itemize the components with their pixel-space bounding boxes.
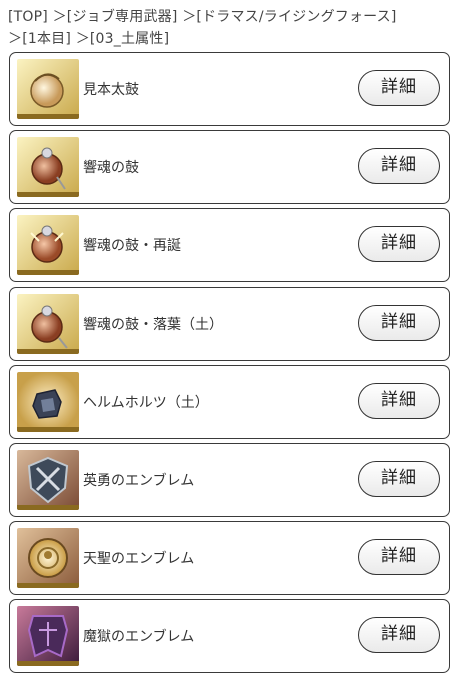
item-name: 響魂の鼓 xyxy=(83,160,139,177)
demon-emblem-icon xyxy=(17,606,79,667)
breadcrumb: [TOP] ＞[ジョブ専用武器] ＞[ドラマス/ライジングフォース] ＞[1本目… xyxy=(8,6,453,50)
detail-button[interactable]: 詳細 xyxy=(358,148,440,185)
list-item[interactable]: 見本太鼓 詳細 xyxy=(9,52,450,126)
list-item[interactable]: 魔獄のエンブレム 詳細 xyxy=(9,599,450,674)
list-item[interactable]: 天聖のエンブレム 詳細 xyxy=(9,521,450,596)
item-name: ヘルムホルツ（土） xyxy=(83,394,209,411)
list-item[interactable]: 響魂の鼓 詳細 xyxy=(9,130,450,205)
item-name: 天聖のエンブレム xyxy=(83,551,195,568)
item-name: 英勇のエンブレム xyxy=(83,472,195,489)
breadcrumb-dramas[interactable]: ＞[ドラマス/ライジングフォース] xyxy=(182,9,396,25)
list-item[interactable]: 英勇のエンブレム 詳細 xyxy=(9,442,450,517)
detail-button[interactable]: 詳細 xyxy=(358,226,440,263)
list-item[interactable]: ヘルムホルツ（土） 詳細 xyxy=(9,364,450,439)
detail-button[interactable]: 詳細 xyxy=(358,70,440,106)
drum-icon xyxy=(17,137,79,198)
helmholtz-cube-icon xyxy=(17,371,79,432)
detail-button[interactable]: 詳細 xyxy=(358,304,440,341)
item-name: 見本太鼓 xyxy=(83,82,139,98)
breadcrumb-earth[interactable]: ＞[03_土属性] xyxy=(76,31,170,47)
detail-button[interactable]: 詳細 xyxy=(358,617,440,654)
drum-fallen-leaves-icon xyxy=(17,293,79,354)
item-name: 魔獄のエンブレム xyxy=(83,629,195,646)
breadcrumb-job-weapons[interactable]: ＞[ジョブ専用武器] xyxy=(53,9,178,25)
breadcrumb-top[interactable]: [TOP] xyxy=(8,9,48,25)
drum-sample-icon xyxy=(17,59,79,119)
list-item[interactable]: 響魂の鼓・再誕 詳細 xyxy=(9,208,450,283)
item-name: 響魂の鼓・再誕 xyxy=(83,238,181,255)
detail-button[interactable]: 詳細 xyxy=(358,539,440,576)
detail-button[interactable]: 詳細 xyxy=(358,382,440,419)
drum-reborn-icon xyxy=(17,215,79,276)
holy-emblem-icon xyxy=(17,528,79,589)
hero-emblem-icon xyxy=(17,449,79,510)
item-name: 響魂の鼓・落葉（土） xyxy=(83,316,223,333)
list-item[interactable]: 響魂の鼓・落葉（土） 詳細 xyxy=(9,286,450,361)
breadcrumb-first[interactable]: ＞[1本目] xyxy=(8,31,71,47)
detail-button[interactable]: 詳細 xyxy=(358,460,440,497)
weapon-list: 見本太鼓 詳細 響魂の鼓 詳細 響魂の鼓・再誕 詳細 響魂の鼓・落葉（土） 詳細… xyxy=(9,52,450,678)
